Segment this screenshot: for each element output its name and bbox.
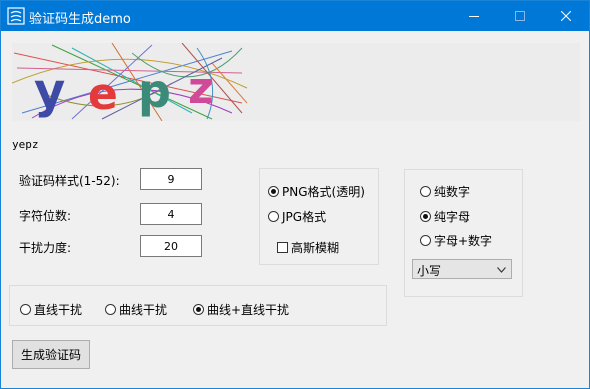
radio-off-icon [105, 304, 116, 315]
captcha-code-text: yepz [12, 138, 39, 151]
digits-input[interactable] [140, 203, 202, 225]
line-noise-label: 直线干扰 [34, 303, 83, 317]
letters-digits-label: 字母+数字 [434, 234, 493, 248]
case-select-value: 小写 [417, 264, 442, 278]
window-title: 验证码生成demo [29, 12, 131, 27]
maximize-button[interactable] [497, 1, 543, 31]
radio-off-icon [268, 211, 279, 222]
radio-off-icon [420, 235, 431, 246]
captcha-canvas: y e p z [12, 43, 248, 121]
letters-only-radio[interactable]: 纯字母 [420, 208, 470, 225]
curve-line-noise-radio[interactable]: 曲线+直线干扰 [193, 301, 289, 318]
png-format-label: PNG格式(透明) [282, 185, 365, 199]
png-format-radio[interactable]: PNG格式(透明) [268, 183, 365, 200]
captcha-letter-e: e [88, 69, 118, 120]
line-noise-radio[interactable]: 直线干扰 [20, 301, 82, 318]
maximize-icon [515, 11, 525, 21]
jpg-format-radio[interactable]: JPG格式 [268, 208, 326, 225]
noise-strength-label: 干扰力度: [19, 241, 72, 255]
checkbox-icon [277, 242, 288, 253]
captcha-letter-y: y [34, 63, 65, 119]
generate-captcha-button[interactable]: 生成验证码 [12, 340, 90, 369]
style-input[interactable] [140, 168, 202, 190]
close-icon [561, 11, 571, 21]
style-label: 验证码样式(1-52): [19, 174, 120, 188]
app-icon [7, 7, 25, 25]
title-bar[interactable]: 验证码生成demo [1, 1, 589, 31]
captcha-letter-p: p [138, 64, 171, 118]
chevron-down-icon [497, 267, 506, 273]
curve-line-noise-label: 曲线+直线干扰 [207, 303, 290, 317]
letters-digits-radio[interactable]: 字母+数字 [420, 232, 492, 249]
digits-only-label: 纯数字 [434, 185, 471, 199]
captcha-letter-z: z [188, 63, 214, 114]
curve-noise-label: 曲线干扰 [119, 303, 168, 317]
minimize-icon [469, 16, 479, 17]
radio-on-icon [193, 304, 204, 315]
radio-on-icon [420, 211, 431, 222]
minimize-button[interactable] [451, 1, 497, 31]
app-window: 验证码生成demo y e p z yepz 验证码样式(1-52): 9 字符… [0, 0, 590, 389]
noise-strength-input[interactable] [140, 235, 202, 257]
radio-on-icon [268, 186, 279, 197]
digits-label: 字符位数: [19, 209, 72, 223]
captcha-image: y e p z [12, 43, 580, 121]
curve-noise-radio[interactable]: 曲线干扰 [105, 301, 167, 318]
close-button[interactable] [543, 1, 589, 31]
case-select[interactable]: 小写 [412, 259, 512, 279]
radio-off-icon [20, 304, 31, 315]
letters-only-label: 纯字母 [434, 210, 471, 224]
gaussian-blur-checkbox[interactable]: 高斯模糊 [277, 239, 339, 256]
digits-only-radio[interactable]: 纯数字 [420, 183, 470, 200]
jpg-format-label: JPG格式 [282, 210, 327, 224]
gaussian-blur-label: 高斯模糊 [291, 241, 340, 255]
radio-off-icon [420, 186, 431, 197]
